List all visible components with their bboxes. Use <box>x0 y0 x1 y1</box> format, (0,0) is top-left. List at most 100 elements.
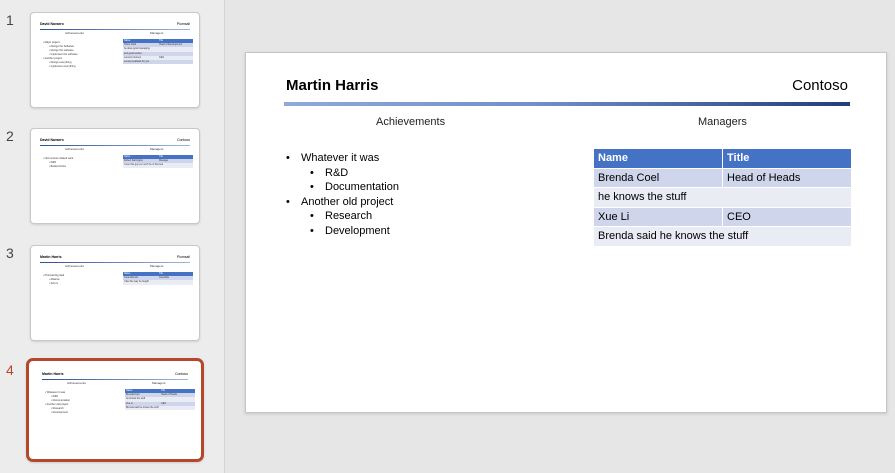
thumbnail-table: Name Title Hristo Vasil Head of Development… <box>123 39 193 65</box>
thumbnail-divider <box>40 145 190 146</box>
thumbnail-name: David Navarro <box>40 138 64 142</box>
thumbnail-achievements-heading: Achievements <box>65 264 84 268</box>
achievement-bullet[interactable]: Research <box>310 209 399 224</box>
thumbnail-bullet: • Backend Dev <box>49 165 67 168</box>
thumbnail-cell: Head of Heads <box>161 393 177 397</box>
thumbnail-bullet-text: Another old project <box>46 403 69 406</box>
thumbnail-cell: I love this guy so much he is the best <box>124 163 164 167</box>
thumbnail-company: Contoso <box>174 372 188 376</box>
thumbnail-cell: Head of Development <box>159 43 183 47</box>
thumbnail-bullet-text: Design everything <box>50 61 72 64</box>
thumbnail-content: David Navarro Contoso Achievements Managers… <box>35 133 195 219</box>
thumbnail-bullet-text: Design the software <box>50 49 74 52</box>
thumbnail-bullet-text: Documentation <box>52 399 71 402</box>
thumbnail-divider <box>40 262 190 263</box>
thumbnail-bullet: • Old contoso related work <box>43 157 74 160</box>
thumbnail-bullet-text: Alliance <box>50 278 60 281</box>
thumbnail-bullet: • Development <box>51 411 68 414</box>
thumbnail-table-row: I love this guy so much he is the best <box>123 163 193 168</box>
thumbnail-divider <box>42 379 188 380</box>
thumbnail-managers-heading: Managers <box>150 147 164 151</box>
achievement-bullet[interactable]: Documentation <box>310 180 399 195</box>
thumbnail-bullet-text: Implement everything <box>50 65 76 68</box>
thumbnail-name: David Navarro <box>40 22 64 26</box>
thumbnail-bullet: • Scrum <box>49 282 59 285</box>
thumbnail-table-row: Lovely feedback for you <box>123 59 193 65</box>
thumbnail-managers-heading: Managers <box>150 31 164 35</box>
achievements-bullet-list[interactable]: Whatever it wasR&DDocumentationAnother o… <box>286 151 399 238</box>
table-cell[interactable]: Brenda Coel <box>593 167 723 188</box>
slide-title-name[interactable]: Martin Harris <box>286 77 379 94</box>
managers-heading[interactable]: Managers <box>698 116 747 128</box>
slide-number: 3 <box>6 245 14 261</box>
managers-table[interactable]: Name Title Brenda Coel Head of Heads he know… <box>593 148 852 247</box>
managers-table-row: Xue Li CEO <box>593 206 852 227</box>
thumbnail-bullets: • Whatever it was • R&D • Documentation • A… <box>45 391 70 415</box>
thumbnail-bullets: • Plumsail big deal • Alliance • Scrum <box>43 274 64 286</box>
achievement-bullet[interactable]: Development <box>310 224 399 239</box>
thumbnail-achievements-heading: Achievements <box>65 31 84 35</box>
thumbnail-bullet-text: R&D <box>52 395 59 398</box>
thumbnail-bullet-text: Research <box>52 407 64 410</box>
slide-thumbnail-2[interactable]: David Navarro Contoso Achievements Managers… <box>30 128 200 224</box>
thumbnail-divider <box>40 29 190 30</box>
managers-table-row: Brenda said he knows the stuff <box>593 226 852 247</box>
thumbnail-achievements-heading: Achievements <box>67 381 86 385</box>
thumbnail-cell: Associate <box>159 276 170 280</box>
thumbnail-bullet-text: R&D <box>50 161 57 164</box>
header-title-cell[interactable]: Title <box>722 148 852 169</box>
thumbnail-company: Contoso <box>176 138 190 142</box>
thumbnail-row: 3 Martin Harris Plumsail Achievements Manage… <box>0 245 225 345</box>
thumbnail-content: David Navarro Plumsail Achievements Manager… <box>35 17 195 103</box>
thumbnail-content: Martin Harris Contoso Achievements Managers… <box>37 367 195 453</box>
thumbnail-cell: Lovely feedback for you <box>124 59 150 63</box>
thumbnail-row: 2 David Navarro Contoso Achievements Manager… <box>0 128 225 228</box>
managers-table-row: he knows the stuff <box>593 187 852 208</box>
thumbnail-name: Martin Harris <box>40 255 62 259</box>
thumbnail-bullets: • Major project • Design the Software • De… <box>43 41 78 69</box>
thumbnail-bullet-text: Backend Dev <box>50 165 67 168</box>
table-cell[interactable]: he knows the stuff <box>593 187 852 208</box>
slide-thumbnail-pane: 1 David Navarro Plumsail Achievements Manage… <box>0 0 225 473</box>
table-cell[interactable]: CEO <box>722 206 852 227</box>
thumbnail-table: Name Title Robert Farrington Manager I love … <box>123 155 193 168</box>
slide-canvas[interactable]: Martin Harris Contoso Achievements Manag… <box>245 52 887 413</box>
thumbnail-table: Name Title Gina Alleman Associate I like thi… <box>123 272 193 285</box>
thumbnail-bullets: • Old contoso related work • R&D • Backend… <box>43 157 73 169</box>
thumbnail-bullet-text: Scrum <box>50 282 59 285</box>
slide-number: 4 <box>6 362 14 378</box>
achievement-bullet[interactable]: R&D <box>310 166 399 181</box>
thumbnail-bullet: • Implement everything <box>49 65 76 68</box>
thumbnail-bullet-text: Design the Software <box>50 45 74 48</box>
thumbnail-company: Plumsail <box>176 255 190 259</box>
thumbnail-bullet-text: Another project <box>44 57 63 60</box>
slide-thumbnail-4[interactable]: Martin Harris Contoso Achievements Managers… <box>26 358 204 462</box>
achievement-bullet[interactable]: Whatever it was <box>286 151 399 166</box>
thumbnail-cell: I like this way he fought <box>124 280 149 284</box>
thumbnail-table: Name Title Brenda Coel Head of Heads he know… <box>125 389 195 410</box>
thumbnail-bullet-text: Old contoso related work <box>44 157 74 160</box>
thumbnail-table-row: I like this way he fought <box>123 280 193 285</box>
achievement-bullet[interactable]: Another old project <box>286 195 399 210</box>
thumbnail-bullet-text: Development <box>52 411 68 414</box>
thumbnail-bullet-text: Implement the software <box>50 53 78 56</box>
managers-table-row: Brenda Coel Head of Heads <box>593 167 852 188</box>
managers-table-header: Name Title <box>593 148 852 169</box>
slide-thumbnail-1[interactable]: David Navarro Plumsail Achievements Manager… <box>30 12 200 108</box>
thumbnail-table-row: Brenda said he knows the stuff <box>125 405 195 410</box>
header-name-cell[interactable]: Name <box>593 148 723 169</box>
slide-thumbnail-3[interactable]: Martin Harris Plumsail Achievements Manager… <box>30 245 200 341</box>
slide-company[interactable]: Contoso <box>792 77 848 94</box>
thumbnail-cell: CEO <box>159 55 165 59</box>
thumbnail-content: Martin Harris Plumsail Achievements Manager… <box>35 250 195 336</box>
table-cell[interactable]: Brenda said he knows the stuff <box>593 226 852 247</box>
table-cell[interactable]: Head of Heads <box>722 167 852 188</box>
table-cell[interactable]: Xue Li <box>593 206 723 227</box>
achievements-heading[interactable]: Achievements <box>376 116 445 128</box>
slide-number: 1 <box>6 12 14 28</box>
thumbnail-achievements-heading: Achievements <box>65 147 84 151</box>
thumbnail-cell: Brenda said he knows the stuff <box>126 405 159 409</box>
thumbnail-row: 4 Martin Harris Contoso Achievements Manager… <box>0 358 225 462</box>
slide-number: 2 <box>6 128 14 144</box>
title-divider-line <box>284 102 850 106</box>
